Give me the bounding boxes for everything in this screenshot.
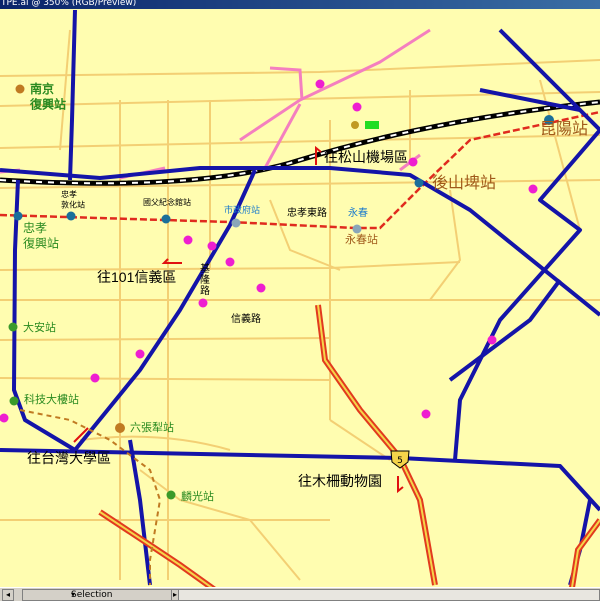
window-title: TPE.ai @ 350% (RGB/Preview) <box>1 0 137 8</box>
railway-track <box>0 99 600 186</box>
scroll-left-button[interactable]: ◂ <box>2 589 14 601</box>
freeway <box>98 304 600 587</box>
label-liuzhangli: 六張犁站 <box>130 420 174 434</box>
label-nanjing-fuxing: 南京復興站 <box>29 81 66 112</box>
label-to-zoo: 往木柵動物園 <box>298 473 382 489</box>
map-canvas[interactable]: 5 南京復興站 昆陽站 往松山機場區 後山埤站 忠孝敦化站 國父紀念館站 市政府… <box>0 9 600 587</box>
label-yongchun: 永春站 <box>345 232 378 246</box>
status-bar: ◂ Selection ▾ ▸ <box>0 587 600 601</box>
label-linguang: 麟光站 <box>181 489 214 503</box>
window-title-bar: TPE.ai @ 350% (RGB/Preview) <box>0 0 600 9</box>
label-sun-yatsen-memorial: 國父紀念館站 <box>143 197 191 207</box>
label-city-hall: 市政府站 <box>224 204 260 215</box>
chevron-down-icon: ▾ <box>71 590 76 599</box>
highway-shield-number: 5 <box>397 456 403 466</box>
taipei-map[interactable]: 5 南京復興站 昆陽站 往松山機場區 後山埤站 忠孝敦化站 國父紀念館站 市政府… <box>0 9 600 587</box>
label-zhongxiao-dunhua: 忠孝敦化站 <box>61 190 85 209</box>
label-zhongxiao-east-rd: 忠孝東路 <box>287 206 327 219</box>
label-yongchun-blue: 永春 <box>348 206 368 219</box>
label-kunyang: 昆陽站 <box>540 120 588 138</box>
label-to-taipei101: 往101信義區 <box>97 269 176 285</box>
tool-mode-select[interactable]: Selection ▾ <box>22 589 172 601</box>
label-technology-bldg: 科技大樓站 <box>24 392 79 406</box>
metro-lines <box>0 9 600 586</box>
horizontal-scrollbar[interactable] <box>178 589 600 601</box>
label-to-ntu: 往台灣大學區 <box>27 450 111 466</box>
label-keelung-rd: 基隆路 <box>200 262 210 297</box>
label-zhongxiao-fuxing: 忠孝復興站 <box>23 221 59 251</box>
label-songshan-airport: 往松山機場區 <box>324 149 408 165</box>
label-houshanpi: 後山埤站 <box>432 174 496 192</box>
label-daan: 大安站 <box>23 320 56 334</box>
label-xinyi-rd: 信義路 <box>231 312 261 325</box>
poi-points <box>0 79 538 423</box>
